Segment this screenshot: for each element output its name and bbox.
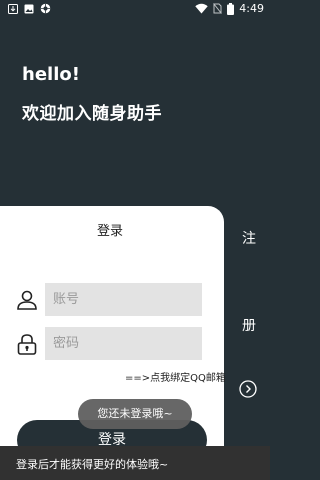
vpn-key-icon	[40, 3, 51, 14]
lock-icon	[17, 334, 37, 355]
password-input[interactable]	[45, 327, 202, 360]
register-label-char-1: 注	[242, 231, 256, 247]
greeting-title: hello!	[22, 64, 80, 85]
status-left-icons	[8, 3, 51, 14]
battery-icon	[227, 2, 235, 15]
image-icon	[24, 4, 34, 13]
user-icon	[17, 290, 37, 310]
snackbar-text: 登录后才能获得更好的体验哦~	[16, 458, 169, 471]
no-sim-icon	[213, 3, 223, 14]
login-card: 登录 ==>点我绑定QQ邮箱 登录	[0, 206, 226, 480]
chevron-right-circle-icon[interactable]	[239, 380, 257, 398]
register-tab[interactable]: 注 册	[224, 206, 270, 480]
toast-message: 您还未登录哦~	[78, 399, 192, 429]
status-right-icons: 4:49	[195, 2, 264, 15]
login-title: 登录	[96, 224, 123, 239]
account-input[interactable]	[45, 283, 202, 316]
register-label-char-2: 册	[242, 318, 256, 334]
welcome-subtitle: 欢迎加入随身助手	[22, 104, 162, 124]
bind-qq-email-link[interactable]: ==>点我绑定QQ邮箱	[125, 369, 226, 384]
download-icon	[8, 3, 18, 14]
snackbar: 登录后才能获得更好的体验哦~	[0, 446, 270, 480]
wifi-icon	[195, 3, 208, 14]
status-bar: 4:49	[0, 0, 270, 18]
status-time: 4:49	[239, 2, 264, 15]
